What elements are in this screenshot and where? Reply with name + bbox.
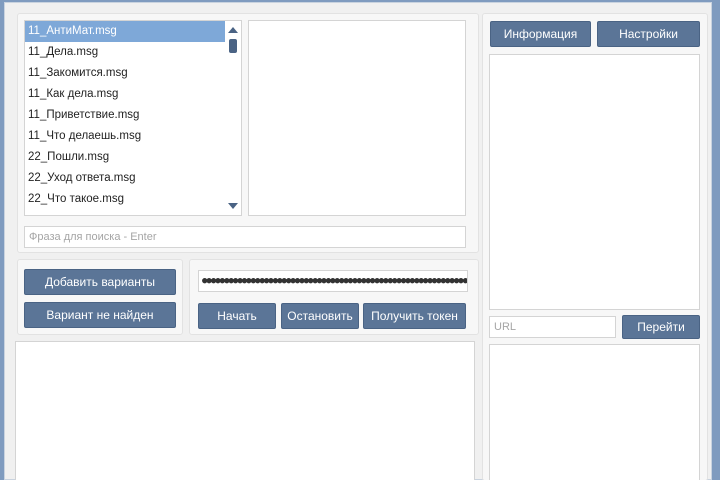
right-panel: Информация Настройки Перейти <box>482 13 708 480</box>
url-input[interactable] <box>489 316 616 338</box>
scroll-up-icon[interactable] <box>228 27 238 33</box>
log-output-area[interactable] <box>15 341 475 480</box>
info-button[interactable]: Информация <box>490 21 591 47</box>
list-item[interactable]: 11_Закомится.msg <box>25 63 241 84</box>
start-button[interactable]: Начать <box>198 303 276 329</box>
list-item[interactable]: 11_АнтиМат.msg <box>25 21 241 42</box>
go-button[interactable]: Перейти <box>622 315 700 339</box>
get-token-button[interactable]: Получить токен <box>363 303 466 329</box>
message-file-list[interactable]: 11_АнтиМат.msg 11_Дела.msg 11_Закомится.ms… <box>24 20 242 216</box>
scroll-down-icon[interactable] <box>228 203 238 209</box>
search-input[interactable] <box>24 226 466 248</box>
info-display-box[interactable] <box>489 54 700 310</box>
stop-button[interactable]: Остановить <box>281 303 359 329</box>
variants-panel: Добавить варианты Вариант не найден <box>17 259 183 335</box>
list-item[interactable]: 11_Дела.msg <box>25 42 241 63</box>
list-item[interactable]: 11_Как дела.msg <box>25 84 241 105</box>
list-scrollbar[interactable] <box>225 21 241 215</box>
add-variants-button[interactable]: Добавить варианты <box>24 269 176 295</box>
list-item[interactable]: 22_Уход ответа.msg <box>25 168 241 189</box>
message-preview-box[interactable] <box>248 20 466 216</box>
list-item[interactable]: 22_Что такое.msg <box>25 189 241 210</box>
list-item[interactable]: 11_Что делаешь.msg <box>25 126 241 147</box>
variant-not-found-button[interactable]: Вариант не найден <box>24 302 176 328</box>
browser-view-box[interactable] <box>489 344 700 480</box>
file-list-panel: 11_АнтиМат.msg 11_Дела.msg 11_Закомится.ms… <box>17 13 479 253</box>
scroll-thumb[interactable] <box>229 39 237 53</box>
list-item[interactable]: 11_Приветствие.msg <box>25 105 241 126</box>
message-file-list-items: 11_АнтиМат.msg 11_Дела.msg 11_Закомится.ms… <box>25 21 241 215</box>
list-item[interactable]: 22_Пошли.msg <box>25 147 241 168</box>
settings-button[interactable]: Настройки <box>597 21 700 47</box>
token-panel: ●●●●●●●●●●●●●●●●●●●●●●●●●●●●●●●●●●●●●●●●… <box>189 259 479 335</box>
app-window: 11_АнтиМат.msg 11_Дела.msg 11_Закомится.ms… <box>4 2 712 480</box>
token-password-field[interactable]: ●●●●●●●●●●●●●●●●●●●●●●●●●●●●●●●●●●●●●●●●… <box>198 270 468 292</box>
